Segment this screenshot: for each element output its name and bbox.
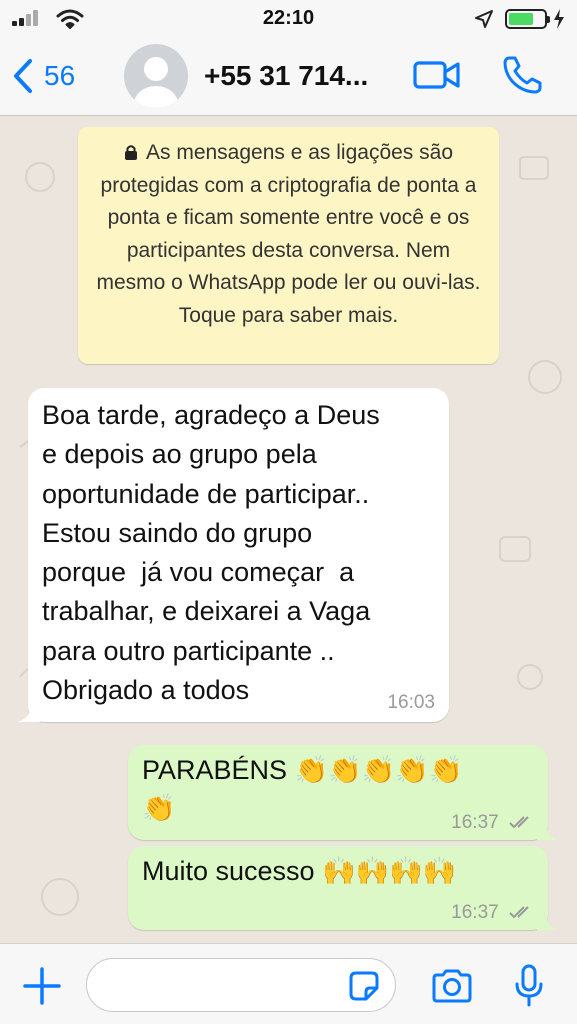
message-time: 16:37 (451, 902, 499, 923)
double-check-icon (509, 816, 529, 829)
location-arrow-icon (475, 10, 493, 28)
chat-area[interactable]: As mensagens e as ligações são protegida… (0, 117, 577, 943)
message-outgoing[interactable]: Muito sucesso 🙌🙌🙌🙌 16:37 (128, 846, 557, 930)
battery-icon (505, 9, 550, 29)
status-bar: 22:10 (0, 0, 577, 38)
camera-icon[interactable] (430, 968, 474, 1004)
input-bar (0, 943, 577, 1024)
plus-icon[interactable] (22, 966, 62, 1006)
phone-icon[interactable] (500, 53, 544, 97)
charging-bolt-icon (554, 9, 564, 29)
message-meta: 16:37 (451, 902, 536, 924)
message-time: 16:37 (451, 812, 499, 833)
avatar[interactable] (124, 44, 188, 108)
encryption-notice[interactable]: As mensagens e as ligações são protegida… (78, 127, 499, 364)
message-meta: 16:37 (451, 812, 536, 834)
message-text: Muito sucesso 🙌🙌🙌🙌 (142, 856, 457, 886)
double-check-icon (509, 906, 529, 919)
video-camera-icon[interactable] (412, 58, 462, 92)
encryption-notice-text: As mensagens e as ligações são protegida… (96, 141, 481, 327)
message-incoming[interactable]: Boa tarde, agradeço a Deus e depois ao g… (18, 388, 449, 722)
bubble-tail (18, 704, 40, 722)
chevron-left-icon (14, 59, 32, 93)
bubble-tail (537, 912, 557, 930)
chat-header: 56 +55 31 714... (0, 38, 577, 116)
sticker-icon[interactable] (348, 970, 380, 1002)
message-text: Boa tarde, agradeço a Deus e depois ao g… (42, 400, 380, 706)
message-time: 16:03 (387, 692, 435, 713)
contact-name[interactable]: +55 31 714... (204, 60, 368, 92)
bubble-tail (537, 822, 557, 840)
back-button[interactable]: 56 (12, 56, 75, 96)
avatar-placeholder-icon (134, 57, 178, 108)
message-outgoing[interactable]: PARABÉNS 👏👏👏👏👏 👏 16:37 (128, 745, 557, 840)
microphone-icon[interactable] (514, 964, 544, 1008)
lock-icon (124, 145, 137, 160)
back-count: 56 (44, 60, 76, 91)
